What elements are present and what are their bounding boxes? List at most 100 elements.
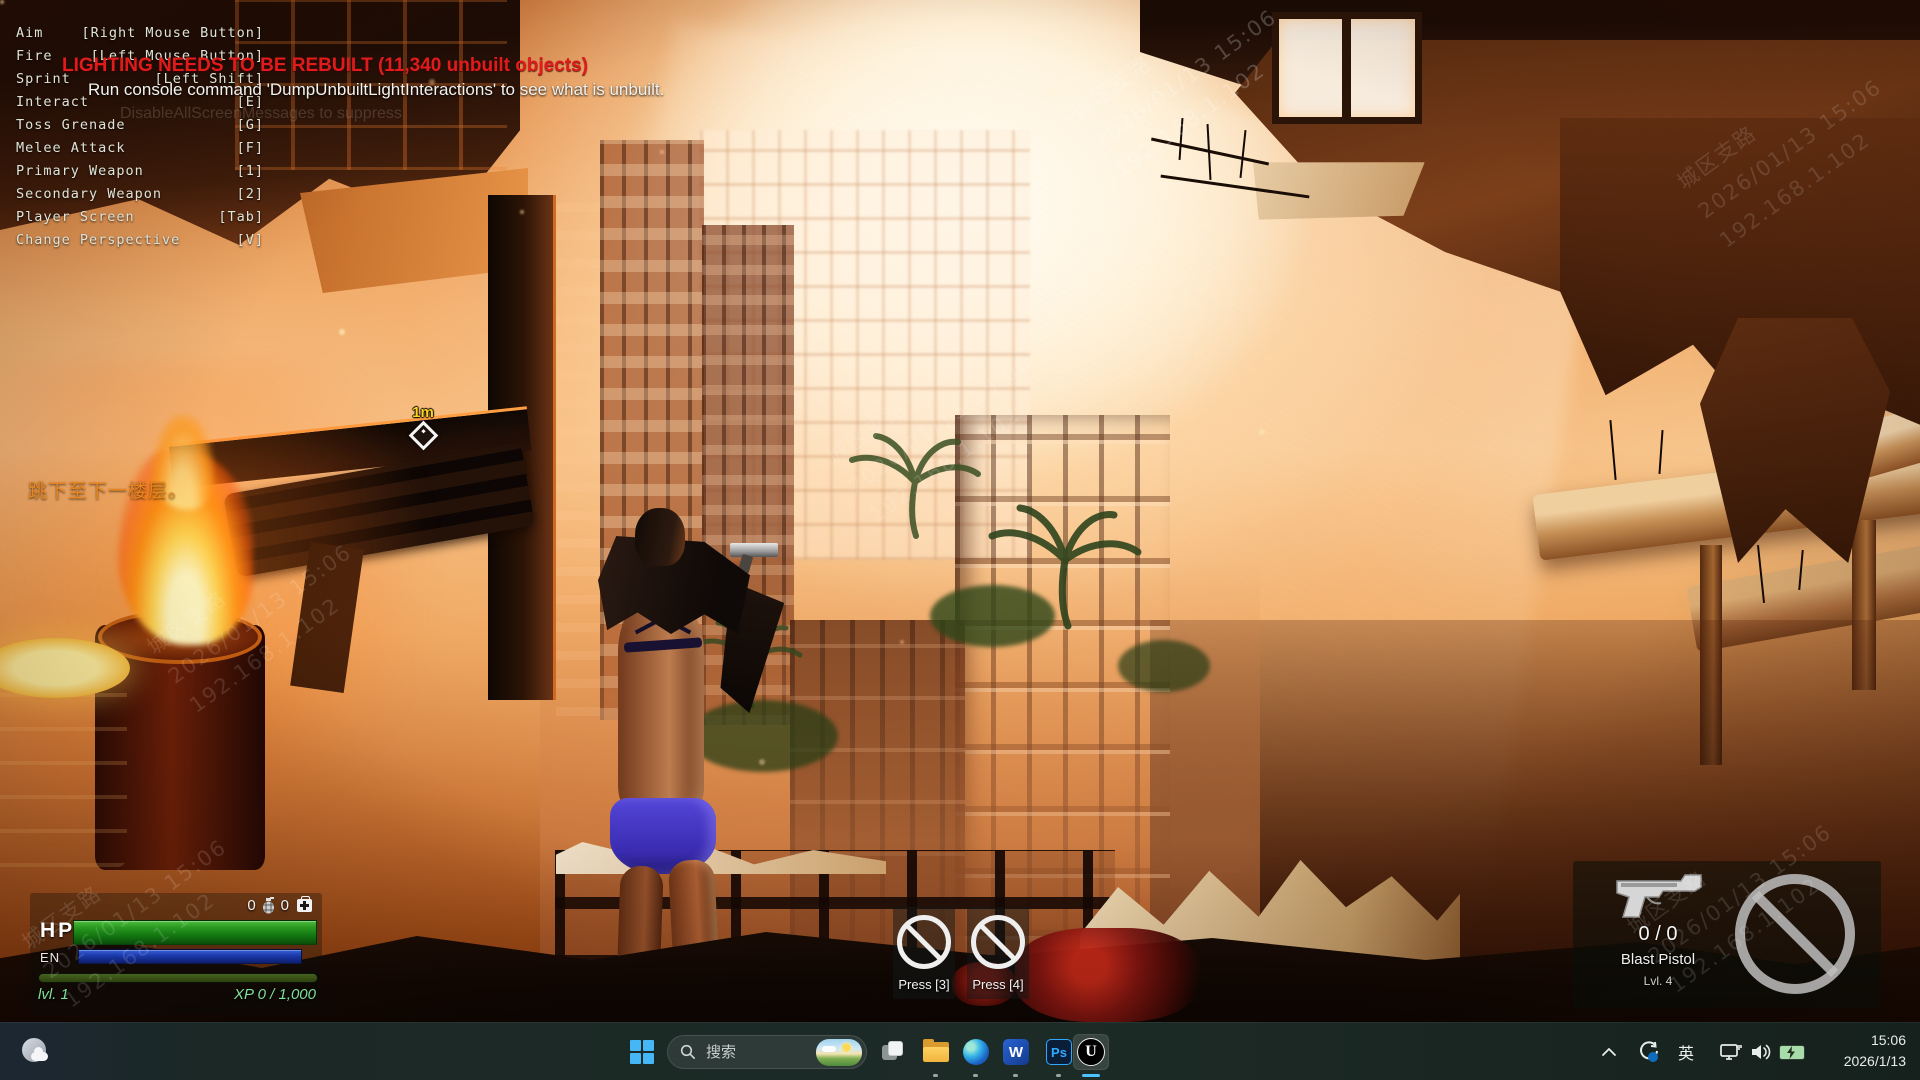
tray-overflow-button[interactable] [1594, 1034, 1624, 1070]
clock-time: 15:06 [1844, 1030, 1906, 1051]
keybind-key: [V] [237, 232, 264, 248]
player-torso [618, 593, 704, 825]
quick-settings-button[interactable] [1708, 1034, 1816, 1070]
keybind-row: Melee Attack [F] [16, 136, 264, 159]
running-indicator [973, 1074, 978, 1077]
prohibition-icon [897, 915, 951, 969]
grenade-icon [262, 897, 275, 914]
keybind-row: Change Perspective [V] [16, 228, 264, 251]
unreal-engine-button[interactable]: U [1073, 1034, 1109, 1070]
taskbar-clock[interactable]: 15:06 2026/1/13 [1844, 1030, 1906, 1072]
prohibition-icon [1735, 874, 1855, 994]
folder-icon [923, 1042, 949, 1062]
vegetation [1118, 640, 1210, 692]
suppress-messages-hint: DisableAllScreenMessages to suppress [120, 105, 402, 123]
xp-bar [38, 973, 318, 983]
task-view-button[interactable] [875, 1034, 911, 1070]
keybind-row: Player Screen [Tab] [16, 205, 264, 228]
hp-bar [73, 920, 317, 945]
red-creature [1015, 928, 1200, 1022]
keybind-row: Secondary Weapon [2] [16, 182, 264, 205]
xp-text: XP 0 / 1,000 [234, 986, 316, 1003]
taskbar-search[interactable] [667, 1035, 867, 1069]
weapon-name: Blast Pistol [1573, 951, 1743, 968]
pistol [730, 543, 778, 557]
keybind-row: Primary Weapon [1] [16, 159, 264, 182]
keybind-label: Change Perspective [16, 232, 180, 248]
running-indicator [1013, 1074, 1018, 1077]
keybind-key: [Tab] [218, 209, 264, 225]
ime-indicator: 英 [1678, 1040, 1694, 1064]
windows-logo-icon [630, 1040, 654, 1064]
ammo-count: 0 / 0 [1573, 923, 1743, 946]
keybind-label: Secondary Weapon [16, 186, 162, 202]
battery-charging-icon [1779, 1045, 1805, 1060]
console-command-hint: Run console command 'DumpUnbuiltLightInt… [88, 80, 664, 100]
floating-embers [0, 0, 4, 4]
medkit-icon [297, 899, 312, 912]
palm-tree [840, 420, 990, 540]
prompt-label: Press [3] [898, 977, 949, 992]
keybind-label: Interact [16, 94, 89, 110]
running-indicator [1056, 1074, 1061, 1077]
word-icon: W [1003, 1039, 1029, 1065]
prompt-label: Press [4] [972, 977, 1023, 992]
search-input[interactable] [704, 1043, 816, 1062]
objective-text: 跳下至下一楼层。 [28, 476, 188, 503]
hp-label: HP [40, 919, 75, 943]
waypoint-distance: 1m [399, 404, 447, 421]
game-viewport: Aim[Right Mouse Button] Fire[Left Mouse … [0, 0, 1920, 1022]
keybind-key: [2] [237, 186, 264, 202]
keybind-key: [Right Mouse Button] [81, 25, 264, 41]
photoshop-icon: Ps [1046, 1039, 1072, 1065]
edge-icon [963, 1039, 989, 1065]
en-label: EN [40, 950, 60, 965]
vegetation [930, 585, 1055, 647]
keybind-label: Primary Weapon [16, 163, 144, 179]
update-sync-tray-button[interactable] [1632, 1034, 1664, 1070]
edge-browser-button[interactable] [958, 1034, 994, 1070]
keybind-label: Player Screen [16, 209, 135, 225]
task-view-icon [882, 1041, 904, 1063]
windows-taskbar: W Ps U 英 [0, 1022, 1920, 1080]
volume-icon [1750, 1043, 1772, 1061]
unreal-engine-icon: U [1077, 1038, 1105, 1066]
weapon-slot-3-prompt: Press [3] [893, 907, 955, 999]
clock-date: 2026/1/13 [1844, 1051, 1906, 1072]
search-icon [680, 1044, 696, 1060]
screen: Aim[Right Mouse Button] Fire[Left Mouse … [0, 0, 1920, 1080]
keybind-row: Aim [Right Mouse Button] [16, 21, 264, 44]
weapon-level: Lvl. 4 [1573, 974, 1743, 988]
en-bar [78, 949, 302, 964]
player-status-panel: 0 0 HP EN lvl. 1 XP 0 / 1,000 [30, 893, 322, 1015]
keybind-label: Toss Grenade [16, 117, 126, 133]
running-indicator [933, 1074, 938, 1077]
prohibition-icon [971, 915, 1025, 969]
lighting-rebuild-warning: LIGHTING NEEDS TO BE REBUILT (11,340 unb… [62, 55, 588, 77]
weapon-slot-4-prompt: Press [4] [967, 907, 1029, 999]
keybind-key: [F] [237, 140, 264, 156]
waypoint-diamond-icon [408, 421, 438, 451]
chevron-up-icon [1601, 1047, 1617, 1057]
consumable-counters: 0 0 [247, 897, 312, 914]
equipped-weapon-panel: 0 / 0 Blast Pistol Lvl. 4 [1573, 861, 1881, 1008]
ime-language-button[interactable]: 英 [1670, 1034, 1702, 1070]
active-app-indicator [1082, 1074, 1100, 1077]
medkit-count: 0 [281, 897, 289, 914]
file-explorer-button[interactable] [918, 1034, 954, 1070]
moon-cloud-weather-icon [21, 1037, 51, 1067]
window-frame [1342, 12, 1351, 124]
keybind-label: Fire [16, 48, 53, 64]
weather-widget-button[interactable] [18, 1034, 54, 1070]
waypoint-marker: 1m [399, 404, 447, 446]
sync-restart-icon [1636, 1040, 1660, 1064]
search-highlight-thumbnail[interactable] [816, 1039, 862, 1066]
word-button[interactable]: W [998, 1034, 1034, 1070]
network-icon [1719, 1042, 1743, 1062]
photoshop-button[interactable]: Ps [1041, 1034, 1077, 1070]
start-button[interactable] [624, 1034, 660, 1070]
level-text: lvl. 1 [38, 986, 69, 1003]
keybind-label: Melee Attack [16, 140, 126, 156]
keybind-label: Aim [16, 25, 43, 41]
keybind-key: [1] [237, 163, 264, 179]
